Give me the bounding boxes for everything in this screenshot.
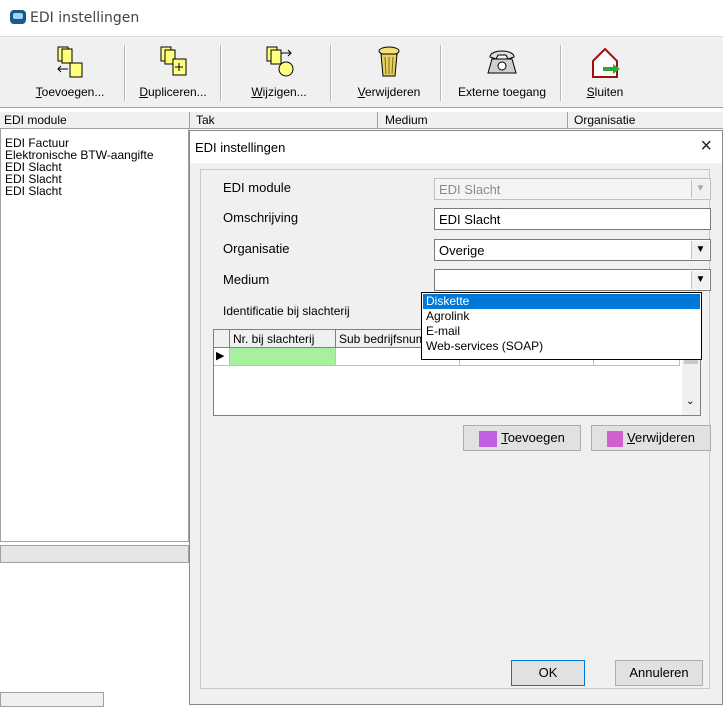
toolbar-separator [220,45,222,101]
medium-dropdown-list[interactable]: Diskette Agrolink E-mail Web-services (S… [421,292,702,360]
trash-can-icon [378,46,400,77]
identificatie-label: Identificatie bij slachterij [223,304,350,318]
dialog-titlebar: EDI instellingen × [190,131,722,163]
external-access-button[interactable]: Externe toegang [448,41,556,103]
toolbar-separator [440,45,442,101]
chevron-down-icon[interactable]: ▼ [691,271,709,289]
app-icon [10,10,26,24]
exit-house-icon [592,47,620,78]
column-edi-module[interactable]: EDI module [4,113,67,127]
toolbar: Toevoegen... Dupliceren... Wijzigen... V… [0,36,723,108]
grid-delete-button[interactable]: Verwijderen [591,425,711,451]
column-medium[interactable]: Medium [385,113,428,127]
list-item[interactable]: EDI Slacht [5,185,62,197]
omschrijving-label: Omschrijving [223,210,299,225]
telephone-icon [487,50,517,74]
duplicate-icon [160,46,187,76]
scroll-down-icon[interactable]: ⌄ [686,396,694,407]
add-icon [479,430,498,447]
medium-label: Medium [223,272,270,287]
cancel-button[interactable]: Annuleren [615,660,703,686]
delete-button[interactable]: Verwijderen [346,41,432,103]
dialog-title: EDI instellingen [195,140,286,155]
close-button[interactable]: Sluiten [570,41,640,103]
medium-option-email[interactable]: E-mail [423,324,700,339]
edi-module-label: EDI module [223,180,291,195]
duplicate-button[interactable]: Dupliceren... [130,41,216,103]
grid-cell-nr[interactable] [230,348,336,366]
chevron-down-icon: ▼ [691,180,709,198]
organisatie-select[interactable]: Overige ▼ [434,239,711,261]
edi-settings-dialog: EDI instellingen × EDI module EDI Slacht… [189,130,723,705]
medium-select[interactable]: ▼ [434,269,711,291]
add-icon [57,46,83,78]
edi-module-select: EDI Slacht ▼ [434,178,711,200]
add-button[interactable]: Toevoegen... [20,41,120,103]
medium-option-web-services[interactable]: Web-services (SOAP) [423,339,700,354]
trash-can-icon [607,430,624,447]
list-scrollbar-area[interactable] [0,545,189,563]
window-title: EDI instellingen [30,10,140,26]
toolbar-separator [124,45,126,101]
ok-button[interactable]: OK [511,660,585,686]
edit-icon [266,46,294,77]
grid-header-nr[interactable]: Nr. bij slachterij [230,330,336,348]
column-tak[interactable]: Tak [196,113,215,127]
chevron-down-icon[interactable]: ▼ [691,241,709,259]
edit-button[interactable]: Wijzigen... [236,41,322,103]
bottom-tab[interactable] [0,692,104,707]
edi-module-list[interactable]: EDI Factuur Elektronische BTW-aangifte E… [0,112,189,542]
list-column-header: EDI module Tak Medium Organisatie [0,112,723,129]
row-indicator-icon: ▶ [214,348,230,366]
window-titlebar: EDI instellingen [0,0,723,36]
organisatie-label: Organisatie [223,241,290,256]
grid-add-button[interactable]: Toevoegen [463,425,581,451]
dialog-body: EDI module EDI Slacht ▼ Omschrijving EDI… [200,169,711,689]
medium-option-agrolink[interactable]: Agrolink [423,309,700,324]
toolbar-separator [560,45,562,101]
column-organisatie[interactable]: Organisatie [574,113,635,127]
close-icon[interactable]: × [700,135,712,158]
toolbar-separator [330,45,332,101]
medium-option-diskette[interactable]: Diskette [423,294,700,309]
omschrijving-input[interactable]: EDI Slacht [434,208,711,230]
